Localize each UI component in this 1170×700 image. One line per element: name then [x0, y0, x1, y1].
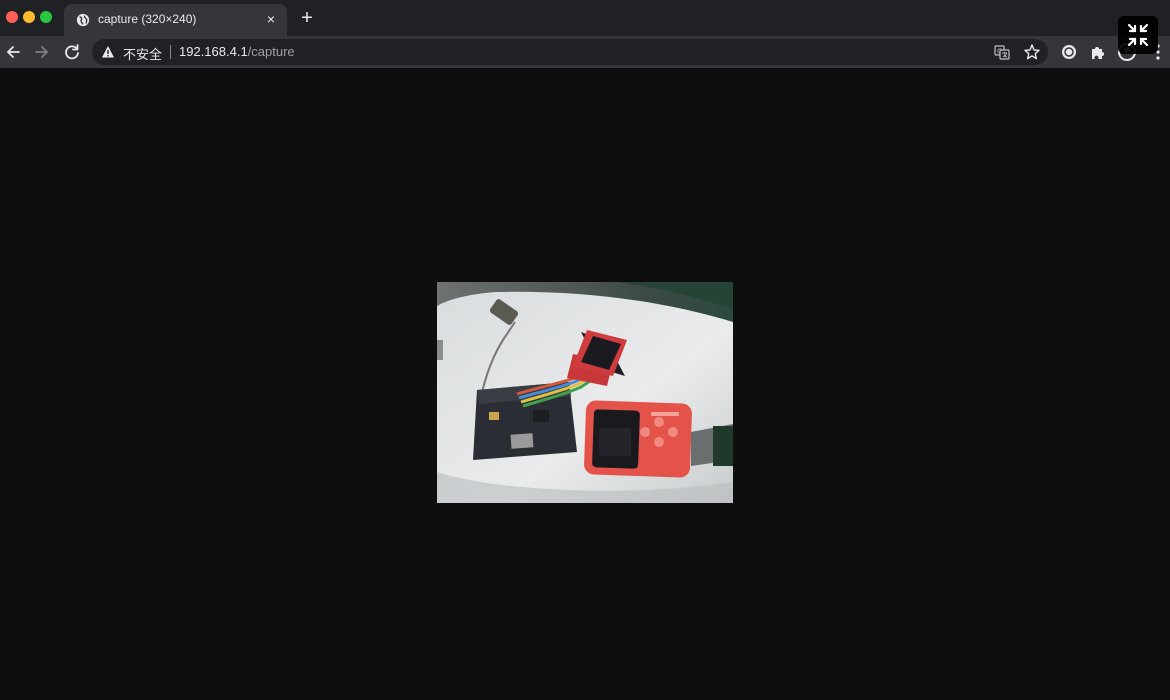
maximize-window-button[interactable]: [40, 11, 52, 23]
warning-icon[interactable]: [101, 45, 115, 59]
tab-close-icon[interactable]: ×: [263, 11, 279, 27]
new-tab-button[interactable]: +: [297, 8, 317, 28]
browser-toolbar: 不安全 192.168.4.1/capture G: [0, 36, 1170, 68]
camera-capture-image[interactable]: [437, 282, 733, 503]
tab-title: capture (320×240): [98, 12, 197, 26]
url-text[interactable]: 192.168.4.1/capture: [179, 44, 295, 59]
page-content: [0, 68, 1170, 700]
tab-strip: capture (320×240) × +: [0, 0, 1170, 36]
url-path: /capture: [247, 44, 295, 59]
back-arrow-icon[interactable]: [2, 41, 24, 63]
tab-capture[interactable]: capture (320×240) ×: [64, 4, 287, 36]
fullscreen-toggle-button[interactable]: [1118, 16, 1158, 54]
url-host: 192.168.4.1: [179, 44, 248, 59]
extension-circle-icon[interactable]: [1059, 42, 1079, 62]
translate-icon[interactable]: G: [994, 44, 1010, 60]
bookmark-star-icon[interactable]: [1023, 43, 1041, 61]
reload-icon[interactable]: [61, 41, 83, 63]
security-status-label[interactable]: 不安全: [123, 44, 162, 63]
globe-icon: [76, 13, 90, 27]
close-window-button[interactable]: [6, 11, 18, 23]
exit-fullscreen-icon: [1127, 23, 1149, 47]
extensions-puzzle-icon[interactable]: [1088, 42, 1108, 62]
forward-arrow-icon[interactable]: [31, 41, 53, 63]
minimize-window-button[interactable]: [23, 11, 35, 23]
address-bar[interactable]: 不安全 192.168.4.1/capture G: [92, 39, 1048, 65]
omnibox-divider: [170, 45, 171, 59]
